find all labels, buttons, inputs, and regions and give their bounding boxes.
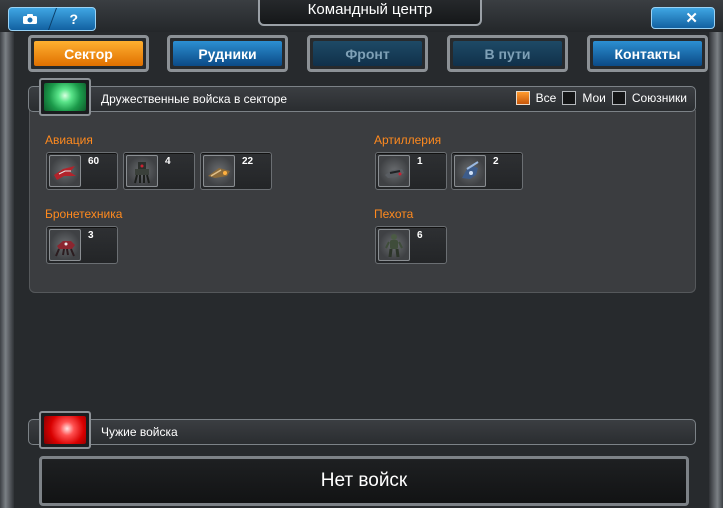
filter-group: Все Мои Союзники	[515, 91, 687, 105]
section-title: Чужие войска	[101, 425, 178, 439]
unit-slot[interactable]: 4	[123, 152, 195, 190]
filter-label: Мои	[582, 91, 606, 105]
group-title-aviation: Авиация	[45, 133, 93, 147]
unit-slot[interactable]: 3	[46, 226, 118, 264]
window-frame-right	[709, 0, 723, 508]
window-title: Командный центр	[258, 0, 482, 26]
tab-label: Контакты	[593, 41, 702, 66]
unit-count: 6	[417, 230, 423, 241]
group-title-armor: Бронетехника	[45, 207, 123, 221]
unit-slot[interactable]: 2	[451, 152, 523, 190]
unit-count: 2	[493, 156, 499, 167]
unit-slot[interactable]: 1	[375, 152, 447, 190]
tab-label: Фронт	[313, 41, 422, 66]
filter-allies[interactable]: Союзники	[611, 91, 687, 105]
unit-count: 4	[165, 156, 171, 167]
screenshot-button[interactable]	[9, 8, 52, 30]
unit-count: 60	[88, 156, 100, 167]
close-icon: ✕	[685, 10, 698, 27]
help-button[interactable]: ?	[53, 8, 96, 30]
tab-in-transit[interactable]: В пути	[447, 35, 568, 72]
no-troops-message: Нет войск	[39, 456, 689, 506]
unit-slot[interactable]: 60	[46, 152, 118, 190]
section-title: Дружественные войска в секторе	[101, 92, 288, 106]
soldier-icon	[378, 229, 410, 261]
tab-contacts[interactable]: Контакты	[587, 35, 708, 72]
hostile-badge-icon	[39, 411, 91, 449]
artillery-drone-icon	[378, 155, 410, 187]
group-title-infantry: Пехота	[374, 207, 414, 221]
friendly-badge-icon	[39, 78, 91, 116]
checkbox-unchecked[interactable]	[611, 91, 626, 105]
filter-all[interactable]: Все	[515, 91, 557, 105]
filter-label: Союзники	[631, 91, 687, 105]
group-title-artillery: Артиллерия	[374, 133, 442, 147]
unit-slot[interactable]: 6	[375, 226, 447, 264]
checkbox-checked[interactable]	[515, 91, 530, 105]
mech-walker-icon	[126, 155, 158, 187]
red-tank-icon	[49, 229, 81, 261]
friendly-troops-header: Дружественные войска в секторе Все Мои С…	[28, 86, 696, 112]
tab-sector[interactable]: Сектор	[28, 35, 149, 72]
bomber-aircraft-icon	[203, 155, 235, 187]
blue-artillery-icon	[454, 155, 486, 187]
filter-label: Все	[535, 91, 557, 105]
tab-front[interactable]: Фронт	[307, 35, 428, 72]
hostile-troops-header: Чужие войска	[28, 419, 696, 445]
tab-label: Сектор	[34, 41, 143, 66]
tab-mines[interactable]: Рудники	[167, 35, 288, 72]
tab-label: Рудники	[173, 41, 282, 66]
red-aircraft-icon	[49, 155, 81, 187]
close-button[interactable]: ✕	[651, 7, 715, 29]
camera-icon	[23, 14, 38, 24]
unit-count: 3	[88, 230, 94, 241]
unit-count: 1	[417, 156, 423, 167]
toolbar-buttons: ?	[8, 7, 96, 31]
filter-mine[interactable]: Мои	[562, 91, 606, 105]
tab-label: В пути	[453, 41, 562, 66]
friendly-troops-panel: Авиация 60 4 22 Артиллерия 1 2 Бронетехн…	[29, 110, 696, 293]
checkbox-unchecked[interactable]	[562, 91, 577, 105]
unit-slot[interactable]: 22	[200, 152, 272, 190]
window-frame-left	[0, 0, 14, 508]
unit-count: 22	[242, 156, 254, 167]
